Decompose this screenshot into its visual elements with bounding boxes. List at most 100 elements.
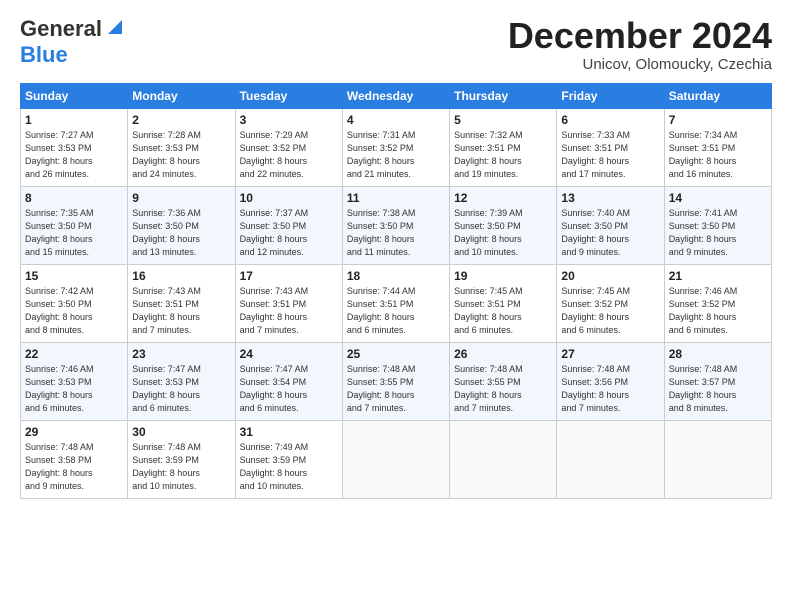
day-number: 21 (669, 269, 767, 283)
calendar-cell: 9Sunrise: 7:36 AM Sunset: 3:50 PM Daylig… (128, 186, 235, 264)
day-number: 26 (454, 347, 552, 361)
calendar-cell: 28 Sunrise: 7:48 AM Sunset: 3:57 PM Dayli… (664, 342, 771, 420)
calendar-cell: 3 Sunrise: 7:29 AM Sunset: 3:52 PM Daylig… (235, 108, 342, 186)
day-number: 8 (25, 191, 123, 205)
day-info: Sunrise: 7:39 AM Sunset: 3:50 PM Dayligh… (454, 207, 552, 259)
day-number: 12 (454, 191, 552, 205)
day-number: 25 (347, 347, 445, 361)
logo-blue: Blue (20, 42, 68, 67)
day-info: Sunrise: 7:48 AM Sunset: 3:56 PM Dayligh… (561, 363, 659, 415)
day-info: Sunrise: 7:41 AM Sunset: 3:50 PM Dayligh… (669, 207, 767, 259)
logo-general: General (20, 16, 102, 42)
weekday-header-wednesday: Wednesday (342, 83, 449, 108)
calendar-cell: 22 Sunrise: 7:46 AM Sunset: 3:53 PM Dayli… (21, 342, 128, 420)
weekday-header-tuesday: Tuesday (235, 83, 342, 108)
weekday-header-sunday: Sunday (21, 83, 128, 108)
calendar-cell: 15Sunrise: 7:42 AM Sunset: 3:50 PM Dayli… (21, 264, 128, 342)
calendar-cell: 18 Sunrise: 7:44 AM Sunset: 3:51 PM Dayli… (342, 264, 449, 342)
day-number: 22 (25, 347, 123, 361)
page: General Blue December 2024 Unicov, Olomo… (0, 0, 792, 612)
weekday-header-thursday: Thursday (450, 83, 557, 108)
day-number: 1 (25, 113, 123, 127)
logo: General Blue (20, 16, 122, 68)
calendar-week-4: 22 Sunrise: 7:46 AM Sunset: 3:53 PM Dayli… (21, 342, 772, 420)
day-number: 2 (132, 113, 230, 127)
title-block: December 2024 Unicov, Olomoucky, Czechia (508, 16, 772, 73)
day-number: 20 (561, 269, 659, 283)
day-number: 6 (561, 113, 659, 127)
calendar-cell: 23Sunrise: 7:47 AM Sunset: 3:53 PM Dayli… (128, 342, 235, 420)
day-number: 23 (132, 347, 230, 361)
day-number: 30 (132, 425, 230, 439)
calendar-cell (664, 420, 771, 498)
calendar-cell (342, 420, 449, 498)
day-info: Sunrise: 7:46 AM Sunset: 3:53 PM Dayligh… (25, 363, 123, 415)
calendar-cell: 11 Sunrise: 7:38 AM Sunset: 3:50 PM Dayli… (342, 186, 449, 264)
calendar-cell: 30Sunrise: 7:48 AM Sunset: 3:59 PM Dayli… (128, 420, 235, 498)
day-info: Sunrise: 7:47 AM Sunset: 3:54 PM Dayligh… (240, 363, 338, 415)
calendar-cell: 20 Sunrise: 7:45 AM Sunset: 3:52 PM Dayli… (557, 264, 664, 342)
day-number: 3 (240, 113, 338, 127)
day-info: Sunrise: 7:43 AM Sunset: 3:51 PM Dayligh… (132, 285, 230, 337)
calendar-cell: 8Sunrise: 7:35 AM Sunset: 3:50 PM Daylig… (21, 186, 128, 264)
day-info: Sunrise: 7:48 AM Sunset: 3:57 PM Dayligh… (669, 363, 767, 415)
day-info: Sunrise: 7:33 AM Sunset: 3:51 PM Dayligh… (561, 129, 659, 181)
day-info: Sunrise: 7:48 AM Sunset: 3:55 PM Dayligh… (454, 363, 552, 415)
calendar-cell: 14 Sunrise: 7:41 AM Sunset: 3:50 PM Dayli… (664, 186, 771, 264)
day-info: Sunrise: 7:32 AM Sunset: 3:51 PM Dayligh… (454, 129, 552, 181)
calendar-week-3: 15Sunrise: 7:42 AM Sunset: 3:50 PM Dayli… (21, 264, 772, 342)
calendar-cell: 31Sunrise: 7:49 AM Sunset: 3:59 PM Dayli… (235, 420, 342, 498)
day-info: Sunrise: 7:48 AM Sunset: 3:58 PM Dayligh… (25, 441, 123, 493)
weekday-header-row: SundayMondayTuesdayWednesdayThursdayFrid… (21, 83, 772, 108)
calendar-cell: 16 Sunrise: 7:43 AM Sunset: 3:51 PM Dayli… (128, 264, 235, 342)
day-number: 5 (454, 113, 552, 127)
day-info: Sunrise: 7:46 AM Sunset: 3:52 PM Dayligh… (669, 285, 767, 337)
header: General Blue December 2024 Unicov, Olomo… (20, 16, 772, 73)
calendar-cell: 17Sunrise: 7:43 AM Sunset: 3:51 PM Dayli… (235, 264, 342, 342)
day-info: Sunrise: 7:37 AM Sunset: 3:50 PM Dayligh… (240, 207, 338, 259)
calendar-cell: 6 Sunrise: 7:33 AM Sunset: 3:51 PM Daylig… (557, 108, 664, 186)
day-info: Sunrise: 7:49 AM Sunset: 3:59 PM Dayligh… (240, 441, 338, 493)
day-info: Sunrise: 7:45 AM Sunset: 3:52 PM Dayligh… (561, 285, 659, 337)
calendar-cell: 24 Sunrise: 7:47 AM Sunset: 3:54 PM Dayli… (235, 342, 342, 420)
calendar-cell: 1 Sunrise: 7:27 AM Sunset: 3:53 PM Daylig… (21, 108, 128, 186)
day-number: 16 (132, 269, 230, 283)
weekday-header-friday: Friday (557, 83, 664, 108)
calendar-cell: 26 Sunrise: 7:48 AM Sunset: 3:55 PM Dayli… (450, 342, 557, 420)
calendar-cell: 12 Sunrise: 7:39 AM Sunset: 3:50 PM Dayli… (450, 186, 557, 264)
day-info: Sunrise: 7:40 AM Sunset: 3:50 PM Dayligh… (561, 207, 659, 259)
day-info: Sunrise: 7:43 AM Sunset: 3:51 PM Dayligh… (240, 285, 338, 337)
day-info: Sunrise: 7:34 AM Sunset: 3:51 PM Dayligh… (669, 129, 767, 181)
calendar-week-2: 8Sunrise: 7:35 AM Sunset: 3:50 PM Daylig… (21, 186, 772, 264)
calendar-cell: 25Sunrise: 7:48 AM Sunset: 3:55 PM Dayli… (342, 342, 449, 420)
location-subtitle: Unicov, Olomoucky, Czechia (508, 56, 772, 73)
day-info: Sunrise: 7:29 AM Sunset: 3:52 PM Dayligh… (240, 129, 338, 181)
day-number: 14 (669, 191, 767, 205)
calendar-cell: 27Sunrise: 7:48 AM Sunset: 3:56 PM Dayli… (557, 342, 664, 420)
calendar-cell: 7Sunrise: 7:34 AM Sunset: 3:51 PM Daylig… (664, 108, 771, 186)
day-info: Sunrise: 7:28 AM Sunset: 3:53 PM Dayligh… (132, 129, 230, 181)
day-info: Sunrise: 7:44 AM Sunset: 3:51 PM Dayligh… (347, 285, 445, 337)
calendar-cell (557, 420, 664, 498)
calendar-cell (450, 420, 557, 498)
weekday-header-monday: Monday (128, 83, 235, 108)
day-number: 18 (347, 269, 445, 283)
day-number: 13 (561, 191, 659, 205)
day-number: 24 (240, 347, 338, 361)
day-info: Sunrise: 7:31 AM Sunset: 3:52 PM Dayligh… (347, 129, 445, 181)
day-number: 15 (25, 269, 123, 283)
calendar-cell: 5 Sunrise: 7:32 AM Sunset: 3:51 PM Daylig… (450, 108, 557, 186)
day-info: Sunrise: 7:38 AM Sunset: 3:50 PM Dayligh… (347, 207, 445, 259)
day-number: 19 (454, 269, 552, 283)
day-info: Sunrise: 7:27 AM Sunset: 3:53 PM Dayligh… (25, 129, 123, 181)
logo-triangle-icon (104, 18, 122, 36)
day-number: 28 (669, 347, 767, 361)
day-number: 9 (132, 191, 230, 205)
calendar-cell: 10Sunrise: 7:37 AM Sunset: 3:50 PM Dayli… (235, 186, 342, 264)
month-title: December 2024 (508, 16, 772, 56)
day-info: Sunrise: 7:45 AM Sunset: 3:51 PM Dayligh… (454, 285, 552, 337)
calendar-cell: 4Sunrise: 7:31 AM Sunset: 3:52 PM Daylig… (342, 108, 449, 186)
calendar-table: SundayMondayTuesdayWednesdayThursdayFrid… (20, 83, 772, 499)
day-number: 11 (347, 191, 445, 205)
calendar-cell: 2 Sunrise: 7:28 AM Sunset: 3:53 PM Daylig… (128, 108, 235, 186)
